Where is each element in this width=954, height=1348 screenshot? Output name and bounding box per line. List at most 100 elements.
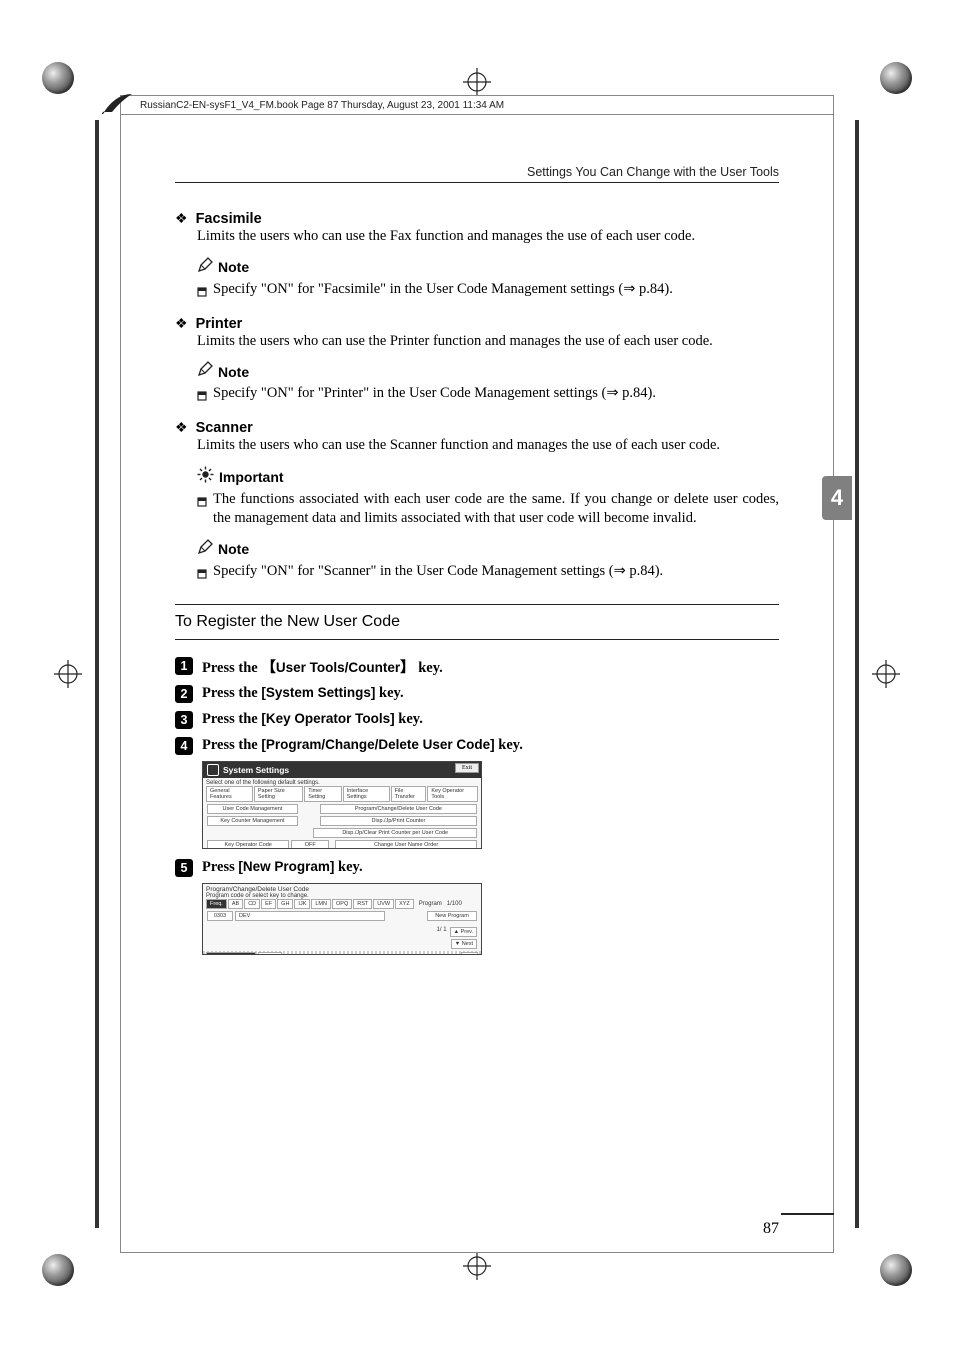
step-4: 4 Press the [Program/Change/Delete User …	[175, 737, 779, 755]
sp1-tab: File Transfer	[391, 786, 427, 802]
step-text-post: key.	[415, 660, 443, 676]
hardkey-bracket-close-icon: 】	[400, 660, 415, 676]
system-settings-screenshot: System Settings Exit Select one of the f…	[202, 761, 482, 849]
crop-bar	[95, 120, 99, 1228]
step-text-post: key.	[334, 859, 362, 875]
section-body: Limits the users who can use the Scanner…	[197, 436, 779, 456]
chapter-tab: 4	[822, 476, 852, 520]
step-key-name: [Key Operator Tools]	[261, 711, 394, 726]
sun-important-icon	[197, 466, 214, 488]
section-title-printer: Printer	[196, 316, 243, 332]
sp1-tab: Interface Settings	[343, 786, 390, 802]
diamond-bullet-icon: ❖	[175, 318, 188, 332]
corner-sphere-icon	[42, 1254, 74, 1286]
note-text: Specify "ON" for "Facsimile" in the User…	[213, 280, 779, 300]
page-number: 87	[763, 1220, 779, 1238]
running-head: Settings You Can Change with the User To…	[175, 165, 779, 183]
section-body: Limits the users who can use the Fax fun…	[197, 227, 779, 247]
sp2-alpha-tab: CD	[244, 899, 260, 909]
sp2-prev: ▲ Prev.	[450, 927, 477, 937]
crop-bar	[855, 120, 859, 1228]
sp2-next: ▼ Next	[451, 939, 477, 949]
sp2-alpha-tab: EF	[261, 899, 276, 909]
sp1-right-btn: Change User Name Order	[335, 840, 477, 849]
hollow-square-bullet-icon	[197, 284, 207, 302]
sp1-title: System Settings	[223, 765, 289, 775]
corner-sphere-icon	[42, 62, 74, 94]
user-code-screenshot: Program/Change/Delete User Code Program …	[202, 883, 482, 955]
sp1-tab: Timer Setting	[304, 786, 342, 802]
important-text: The functions associated with each user …	[213, 490, 779, 529]
sp2-alpha-tab: IJK	[294, 899, 310, 909]
note-text: Specify "ON" for "Scanner" in the User C…	[213, 562, 779, 582]
diamond-bullet-icon: ❖	[175, 422, 188, 436]
sp2-alpha-tab: GH	[277, 899, 293, 909]
sp2-alpha-tab: XYZ	[395, 899, 414, 909]
section-body: Limits the users who can use the Printer…	[197, 332, 779, 352]
sp2-name: DEV	[235, 911, 385, 921]
hardkey-bracket-open-icon: 【	[261, 660, 276, 676]
sp2-alpha-tab: Freq.	[206, 899, 227, 909]
sp2-alpha-tab: RST	[353, 899, 372, 909]
book-header: RussianC2-EN-sysF1_V4_FM.book Page 87 Th…	[140, 100, 504, 115]
hollow-square-bullet-icon	[197, 388, 207, 406]
pencil-note-icon	[197, 539, 213, 560]
sp2-progpage: 1/100	[447, 901, 462, 907]
step-number-badge: 3	[175, 711, 193, 729]
sp2-alpha-tab: AB	[228, 899, 243, 909]
sp2-progcol: Program	[419, 901, 442, 907]
step-key-name: [New Program]	[238, 859, 334, 874]
step-key-name: [Program/Change/Delete User Code]	[261, 737, 494, 752]
step-text-post: key.	[375, 685, 403, 701]
step-text-post: key.	[495, 737, 523, 753]
sp2-newprog: New Program	[427, 911, 477, 921]
note-label: Note	[218, 259, 249, 275]
corner-sphere-icon	[880, 62, 912, 94]
step-text-pre: Press the	[202, 737, 261, 753]
step-key-name: [System Settings]	[261, 685, 375, 700]
section-title-scanner: Scanner	[196, 420, 253, 436]
diamond-bullet-icon: ❖	[175, 213, 188, 227]
step-number-badge: 2	[175, 685, 193, 703]
step-1: 1 Press the 【User Tools/Counter】 key.	[175, 656, 779, 677]
registration-mark-icon	[54, 660, 82, 688]
step-5: 5 Press [New Program] key.	[175, 859, 779, 877]
subsection-title: To Register the New User Code	[175, 604, 779, 640]
sp1-tab: Paper Size Setting	[254, 786, 303, 802]
sp2-alpha-tab: LMN	[311, 899, 331, 909]
corner-sphere-icon	[880, 1254, 912, 1286]
sp1-tab: General Features	[206, 786, 253, 802]
note-label: Note	[218, 364, 249, 380]
step-2: 2 Press the [System Settings] key.	[175, 685, 779, 703]
registration-mark-icon	[872, 660, 900, 688]
step-number-badge: 1	[175, 657, 193, 675]
pencil-note-icon	[197, 361, 213, 382]
hollow-square-bullet-icon	[197, 494, 207, 512]
sp1-left-btn: Key Counter Management	[207, 816, 298, 826]
sp1-right-btn: Disp./Jp/Clear Print Counter per User Co…	[313, 828, 477, 838]
note-text: Specify "ON" for "Printer" in the User C…	[213, 384, 779, 404]
step-text-pre: Press the	[202, 685, 261, 701]
sp1-left-btn: User Code Management	[207, 804, 298, 814]
page-number-rule	[781, 1213, 834, 1215]
sp2-alpha-tab: OPQ	[332, 899, 352, 909]
sp2-exit: Exit	[461, 952, 478, 955]
step-3: 3 Press the [Key Operator Tools] key.	[175, 711, 779, 729]
step-key-name: User Tools/Counter	[276, 660, 400, 675]
note-label: Note	[218, 541, 249, 557]
sp1-off-value: OFF	[291, 840, 329, 849]
registration-mark-icon	[463, 68, 491, 96]
important-label: Important	[219, 469, 284, 485]
sp1-left-btn: Key Operator Code	[207, 840, 289, 849]
book-header-rule	[120, 114, 834, 115]
section-title-facsimile: Facsimile	[196, 211, 262, 227]
step-text-pre: Press the	[202, 660, 261, 676]
step-text-pre: Press	[202, 859, 238, 875]
sp2-code: 0303	[207, 911, 233, 921]
step-number-badge: 4	[175, 737, 193, 755]
sp1-tab: Key Operator Tools	[427, 786, 478, 802]
step-text-post: key.	[395, 711, 423, 727]
sp2-delete: Delete	[258, 952, 282, 955]
registration-mark-icon	[463, 1252, 491, 1280]
sp1-exit: Exit	[455, 763, 479, 773]
